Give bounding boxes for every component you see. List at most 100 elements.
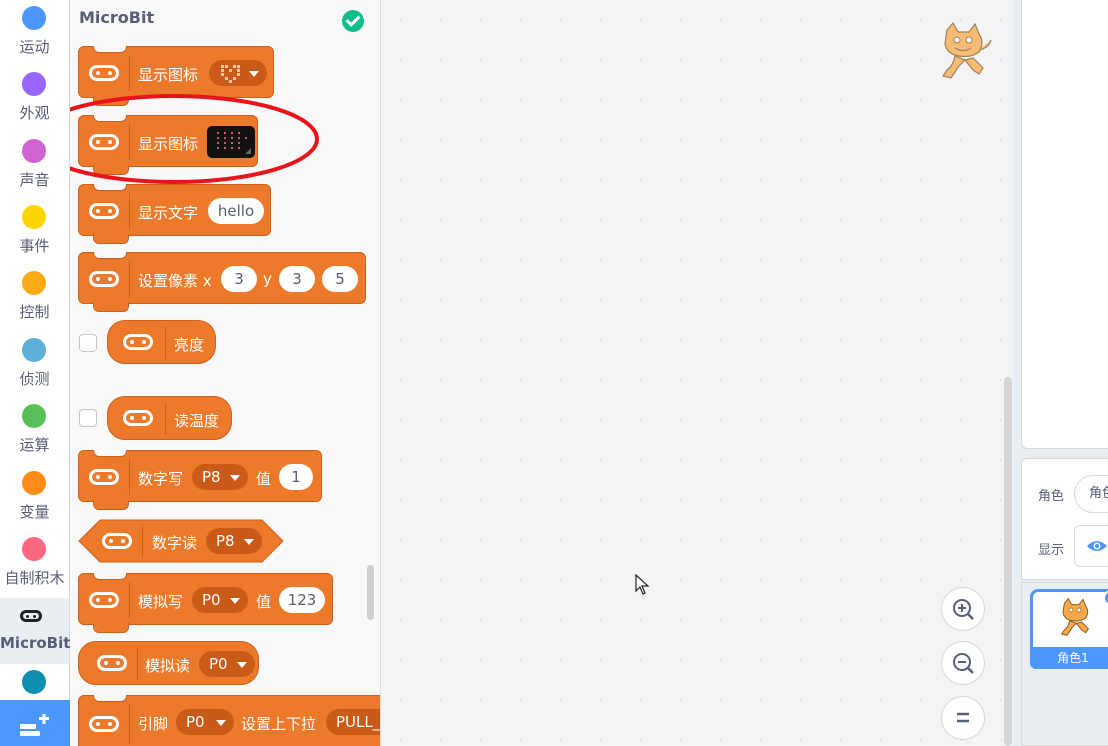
sprite-watermark-icon (942, 21, 992, 79)
category-label: 变量 (19, 503, 50, 521)
zoom-out-button[interactable] (941, 641, 985, 685)
sprite-name-input[interactable]: 角色 (1074, 475, 1108, 513)
chevron-down-icon (230, 598, 240, 604)
block-notch (93, 234, 129, 244)
block-label: 模拟读 (145, 657, 191, 675)
block-label: 模拟写 (138, 593, 184, 611)
block-brightness-reporter[interactable]: 亮度 (107, 320, 216, 364)
pin-value: P8 (216, 532, 235, 550)
microbit-icon (123, 410, 153, 426)
category-sensing[interactable]: 侦测 (0, 332, 69, 398)
block-notch (93, 623, 129, 633)
block-separator (165, 403, 166, 435)
heart-pattern-icon (221, 65, 240, 83)
pull-label: 设置上下拉 (241, 715, 317, 733)
code-workspace[interactable] (381, 0, 1013, 746)
x-input[interactable]: 3 (221, 266, 257, 292)
workspace-scrollbar[interactable] (1004, 377, 1012, 746)
y-input[interactable]: 3 (279, 266, 315, 292)
sprite-list: 角色1 (1021, 582, 1108, 746)
highlight-ellipse (70, 94, 319, 184)
events-color-dot (22, 205, 46, 229)
pin-value: P0 (202, 591, 221, 609)
sprite-card[interactable]: 角色1 (1030, 589, 1108, 669)
block-slot (93, 695, 127, 702)
connected-check-icon[interactable] (342, 10, 364, 32)
category-sound[interactable]: 声音 (0, 133, 69, 199)
add-extension-button[interactable] (0, 700, 70, 746)
pin-dropdown[interactable]: P8 (206, 528, 262, 554)
zoom-out-icon (953, 653, 974, 674)
category-label: 外观 (19, 104, 50, 122)
pin-dropdown[interactable]: P8 (192, 464, 248, 490)
y-label: y (263, 270, 272, 288)
zoom-in-icon (953, 599, 974, 620)
pin-dropdown[interactable]: P0 (192, 587, 248, 613)
category-operators[interactable]: 运算 (0, 398, 69, 464)
block-show-icon-dropdown[interactable]: 显示图标 (78, 46, 274, 106)
pull-mode-value: PULL_ (336, 713, 381, 731)
chevron-down-icon (216, 720, 226, 726)
value-label: 值 (256, 593, 272, 611)
block-label: 读温度 (174, 412, 220, 430)
extension-color-dot (22, 670, 46, 694)
brightness-checkbox[interactable] (79, 334, 97, 352)
sprite-info-panel: 角色 角色 显示 (1021, 458, 1108, 580)
sound-color-dot (22, 139, 46, 163)
pin-dropdown[interactable]: P0 (176, 709, 234, 735)
block-analog-read[interactable]: 模拟读 P0 (78, 641, 259, 685)
block-notch (93, 302, 129, 312)
delete-sprite-icon[interactable] (1103, 590, 1108, 606)
category-looks[interactable]: 外观 (0, 66, 69, 132)
block-digital-write[interactable]: 数字写 P8 值 1 (78, 450, 322, 510)
block-analog-write[interactable]: 模拟写 P0 值 123 (78, 573, 333, 633)
chevron-down-icon (230, 475, 240, 481)
show-toggle[interactable] (1074, 525, 1108, 567)
temperature-checkbox[interactable] (79, 409, 97, 427)
block-label: 数字写 (138, 470, 184, 488)
add-extension-icon (20, 714, 49, 736)
zoom-in-button[interactable] (941, 587, 985, 631)
category-menu: 运动 外观 声音 事件 控制 侦测 运算 变量 自制积木 MicroBit (0, 0, 70, 746)
block-show-text[interactable]: 显示文字 hello (78, 184, 271, 244)
text-input[interactable]: hello (208, 198, 264, 224)
block-palette: MicroBit 显示图标 显示图标 显示文字 hello 设置像素 x 3 y… (70, 0, 381, 746)
category-my-blocks[interactable]: 自制积木 (0, 531, 69, 597)
category-label: 运动 (19, 38, 50, 56)
chevron-down-icon (237, 662, 247, 668)
microbit-icon (123, 334, 153, 350)
block-label: 数字读 (152, 534, 198, 552)
microbit-icon (89, 469, 119, 485)
pin-value: P8 (202, 468, 221, 486)
category-label: 声音 (19, 171, 50, 189)
palette-scrollbar[interactable] (367, 565, 374, 620)
value-input[interactable]: 123 (279, 587, 325, 613)
block-pin-pull[interactable]: 引脚 P0 设置上下拉 PULL_ (78, 695, 381, 746)
stage[interactable] (1021, 0, 1108, 449)
pull-mode-dropdown[interactable]: PULL_ (326, 709, 381, 735)
category-control[interactable]: 控制 (0, 265, 69, 331)
zoom-reset-button[interactable] (941, 696, 985, 740)
block-read-temperature[interactable]: 读温度 (107, 396, 232, 440)
brightness-input[interactable]: 5 (322, 266, 358, 292)
category-variables[interactable]: 变量 (0, 465, 69, 531)
icon-dropdown[interactable] (209, 60, 267, 86)
cat-sprite-icon (1060, 597, 1089, 636)
category-events[interactable]: 事件 (0, 199, 69, 265)
block-separator (142, 525, 143, 557)
block-slot (93, 450, 127, 457)
block-slot (93, 573, 127, 580)
category-label: 侦测 (19, 370, 50, 388)
value-input[interactable]: 1 (279, 464, 313, 490)
block-notch (93, 500, 129, 510)
microbit-icon (89, 716, 119, 732)
pin-dropdown[interactable]: P0 (199, 651, 255, 677)
category-label: 自制积木 (4, 569, 65, 587)
category-microbit[interactable]: MicroBit (0, 598, 70, 664)
block-digital-read[interactable]: 数字读 P8 (78, 519, 284, 563)
eye-icon (1087, 541, 1107, 551)
block-set-pixel[interactable]: 设置像素 x 3 y 3 5 (78, 252, 366, 312)
category-label: 控制 (19, 303, 50, 321)
category-motion[interactable]: 运动 (0, 0, 69, 66)
block-label: 亮度 (174, 336, 205, 354)
